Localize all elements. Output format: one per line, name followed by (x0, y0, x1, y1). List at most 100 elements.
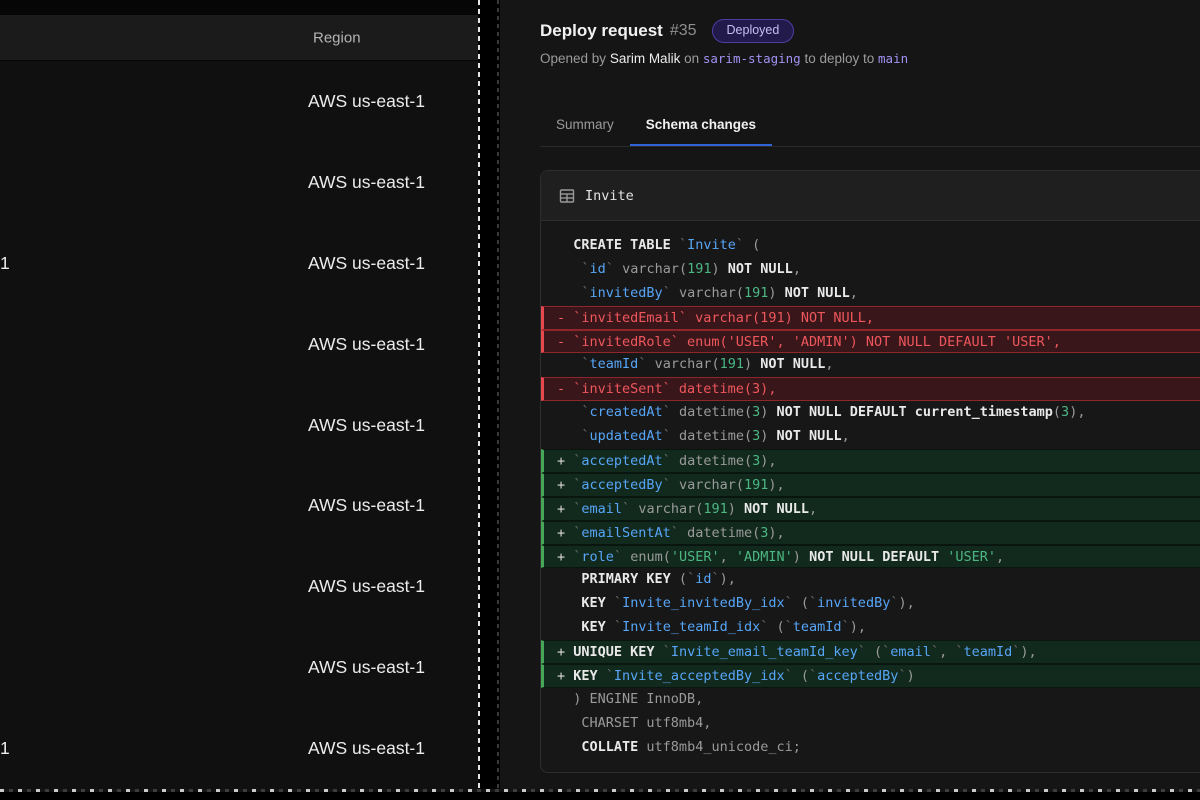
table-icon (559, 188, 575, 204)
region-cell: AWS us-east-1 (308, 91, 425, 112)
tab-bar: SummarySchema changes (540, 106, 772, 146)
target-branch-link[interactable]: main (878, 51, 908, 66)
line-content: KEY `Invite_acceptedBy_idx` (`acceptedBy… (573, 665, 914, 687)
schema-diff-panel: Invite CREATE TABLE `Invite` ( `id` varc… (540, 170, 1200, 773)
diff-marker (557, 353, 573, 377)
schema-line-ctx: PRIMARY KEY (`id`), (541, 568, 1200, 592)
diff-marker (557, 592, 573, 616)
schema-line-ctx: KEY `Invite_teamId_idx` (`teamId`), (541, 616, 1200, 640)
region-cell: AWS us-east-1 (308, 334, 425, 355)
schema-line-add: + UNIQUE KEY `Invite_email_teamId_key` (… (541, 640, 1200, 664)
diff-marker (557, 688, 573, 712)
line-content: ) ENGINE InnoDB, (573, 688, 703, 712)
truncated-cell-fragment: 1 (0, 738, 10, 759)
region-cell: AWS us-east-1 (308, 253, 425, 274)
schema-line-add: + `emailSentAt` datetime(3), (541, 521, 1200, 545)
schema-panel-header: Invite (541, 171, 1200, 221)
schema-line-ctx: ) ENGINE InnoDB, (541, 688, 1200, 712)
schema-line-del: - `inviteSent` datetime(3), (541, 377, 1200, 401)
schema-line-ctx: `updatedAt` datetime(3) NOT NULL, (541, 425, 1200, 449)
line-content: `invitedRole` enum('USER', 'ADMIN') NOT … (573, 331, 1061, 353)
diff-marker (557, 234, 573, 258)
schema-line-ctx: `teamId` varchar(191) NOT NULL, (541, 353, 1200, 377)
tab-schema-changes[interactable]: Schema changes (630, 106, 772, 146)
line-content: `role` enum('USER', 'ADMIN') NOT NULL DE… (573, 546, 1004, 568)
line-content: `updatedAt` datetime(3) NOT NULL, (573, 425, 849, 449)
line-content: KEY `Invite_teamId_idx` (`teamId`), (573, 616, 866, 640)
line-content: COLLATE utf8mb4_unicode_ci; (573, 736, 801, 760)
diff-marker: + (557, 450, 573, 472)
screenshot-root: Region AWS us-east-1AWS us-east-11AWS us… (0, 0, 1200, 800)
diff-marker (557, 616, 573, 640)
page-title: Deploy request (540, 21, 663, 41)
truncated-cell-fragment: 1 (0, 253, 10, 274)
schema-diff-code: CREATE TABLE `Invite` ( `id` varchar(191… (541, 221, 1200, 771)
line-content: PRIMARY KEY (`id`), (573, 568, 736, 592)
diff-marker (557, 712, 573, 736)
line-content: `id` varchar(191) NOT NULL, (573, 258, 801, 282)
schema-line-ctx: KEY `Invite_invitedBy_idx` (`invitedBy`)… (541, 592, 1200, 616)
table-row[interactable]: AWS us-east-1 (0, 465, 478, 546)
diff-marker: - (557, 307, 573, 329)
diff-marker (557, 282, 573, 306)
regions-table-body: AWS us-east-1 AWS us-east-1 1 AWS us-east-1… (0, 61, 478, 789)
line-content: `emailSentAt` datetime(3), (573, 522, 784, 544)
bottom-black-strip (0, 792, 1200, 800)
schema-line-ctx: COLLATE utf8mb4_unicode_ci; (541, 736, 1200, 760)
region-cell: AWS us-east-1 (308, 738, 425, 759)
line-content: KEY `Invite_invitedBy_idx` (`invitedBy`)… (573, 592, 914, 616)
schema-line-ctx: CREATE TABLE `Invite` ( (541, 234, 1200, 258)
schema-line-add: + KEY `Invite_acceptedBy_idx` (`accepted… (541, 664, 1200, 688)
schema-line-ctx: `id` varchar(191) NOT NULL, (541, 258, 1200, 282)
line-content: `teamId` varchar(191) NOT NULL, (573, 353, 833, 377)
deploy-request-header: Deploy request #35 Deployed (540, 19, 794, 43)
table-header-row: Region (0, 15, 478, 61)
line-content: `invitedEmail` varchar(191) NOT NULL, (573, 307, 874, 329)
line-content: CHARSET utf8mb4, (573, 712, 711, 736)
schema-line-del: - `invitedRole` enum('USER', 'ADMIN') NO… (541, 330, 1200, 354)
diff-marker: + (557, 498, 573, 520)
tab-summary[interactable]: Summary (540, 106, 630, 146)
status-badge: Deployed (712, 19, 795, 43)
line-content: `acceptedAt` datetime(3), (573, 450, 776, 472)
schema-line-add: + `role` enum('USER', 'ADMIN') NOT NULL … (541, 545, 1200, 569)
table-row[interactable]: AWS us-east-1 (0, 546, 478, 627)
source-branch-link[interactable]: sarim-staging (703, 51, 801, 66)
meta-to-deploy-to: to deploy to (801, 51, 878, 66)
diff-marker: - (557, 378, 573, 400)
meta-on: on (680, 51, 703, 66)
diff-marker: + (557, 641, 573, 663)
table-row[interactable]: AWS us-east-1 (0, 304, 478, 385)
deploy-request-pane: Deploy request #35 Deployed Opened by Sa… (500, 0, 1200, 790)
schema-line-add: + `acceptedAt` datetime(3), (541, 449, 1200, 473)
diff-marker: + (557, 474, 573, 496)
line-content: CREATE TABLE `Invite` ( (573, 234, 760, 258)
tab-divider (540, 146, 1200, 147)
diff-marker (557, 425, 573, 449)
diff-marker: + (557, 546, 573, 568)
table-row[interactable]: AWS us-east-1 (0, 61, 478, 142)
diff-marker (557, 258, 573, 282)
region-cell: AWS us-east-1 (308, 495, 425, 516)
table-row[interactable]: AWS us-east-1 (0, 627, 478, 708)
schema-line-add: + `email` varchar(191) NOT NULL, (541, 497, 1200, 521)
table-row[interactable]: AWS us-east-1 (0, 142, 478, 223)
table-row[interactable]: 1 AWS us-east-1 (0, 708, 478, 789)
deploy-request-meta: Opened by Sarim Malik on sarim-staging t… (540, 51, 908, 66)
schema-line-del: - `invitedEmail` varchar(191) NOT NULL, (541, 306, 1200, 330)
table-row[interactable]: AWS us-east-1 (0, 385, 478, 466)
schema-line-ctx: `invitedBy` varchar(191) NOT NULL, (541, 282, 1200, 306)
region-cell: AWS us-east-1 (308, 576, 425, 597)
diff-marker (557, 401, 573, 425)
region-cell: AWS us-east-1 (308, 657, 425, 678)
line-content: `invitedBy` varchar(191) NOT NULL, (573, 282, 858, 306)
schema-table-name: Invite (585, 188, 634, 204)
table-row[interactable]: 1 AWS us-east-1 (0, 223, 478, 304)
schema-line-ctx: CHARSET utf8mb4, (541, 712, 1200, 736)
author-name: Sarim Malik (610, 51, 681, 66)
regions-table-pane: Region AWS us-east-1AWS us-east-11AWS us… (0, 0, 478, 790)
diff-marker: - (557, 331, 573, 353)
cut-line-white (478, 0, 480, 790)
line-content: `inviteSent` datetime(3), (573, 378, 776, 400)
line-content: `email` varchar(191) NOT NULL, (573, 498, 817, 520)
